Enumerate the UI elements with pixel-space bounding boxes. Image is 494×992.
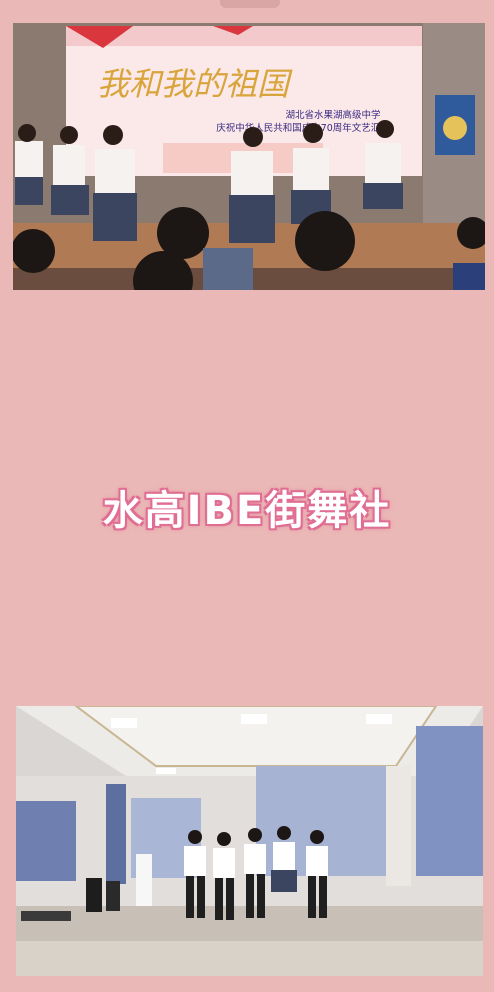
stage-performance-photo: 我和我的祖国 湖北省水果湖高级中学 庆祝中华人民共和国成立70周年文艺汇演	[13, 23, 485, 290]
banner-title: 我和我的祖国	[97, 65, 293, 103]
top-edge-tab	[220, 0, 280, 8]
banner-line-2: 庆祝中华人民共和国成立70周年文艺汇演	[216, 122, 390, 134]
club-caption: 水高IBE街舞社	[102, 488, 392, 534]
studio-dance-photo	[16, 706, 483, 976]
banner-line-1: 湖北省水果湖高级中学	[285, 109, 380, 121]
